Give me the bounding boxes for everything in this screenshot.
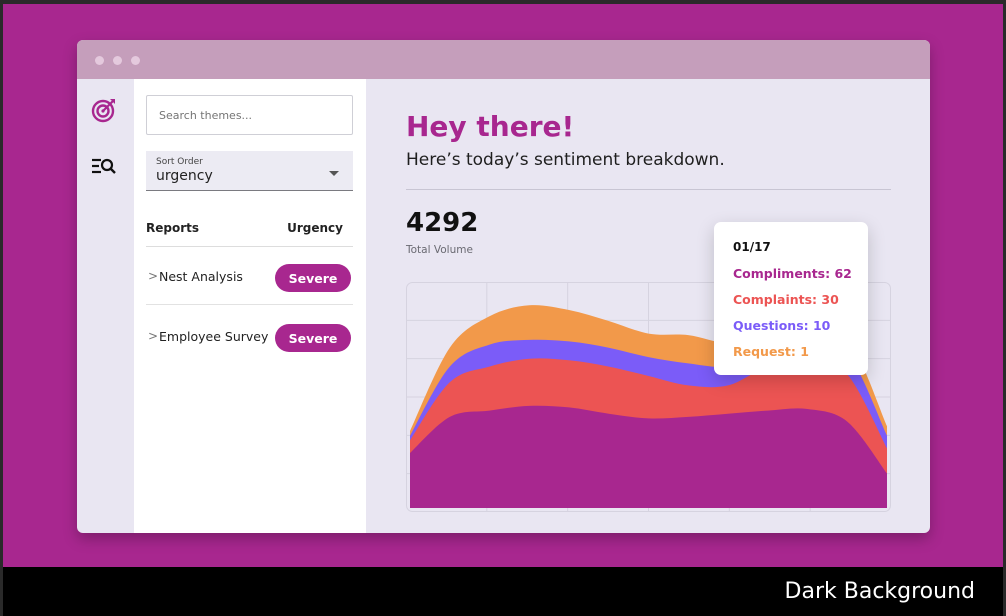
- sort-order-select[interactable]: Sort Order urgency: [146, 151, 353, 191]
- icon-rail: [77, 79, 134, 533]
- report-row-nest-analysis[interactable]: > Nest Analysis Severe: [146, 247, 353, 305]
- caret-down-icon: [329, 171, 339, 176]
- list-search-icon[interactable]: [89, 151, 119, 181]
- window-dot-maximize[interactable]: [131, 56, 140, 65]
- divider: [406, 189, 891, 190]
- total-volume-label: Total Volume: [406, 244, 473, 256]
- page-subtitle: Here’s today’s sentiment breakdown.: [406, 150, 725, 170]
- page-title: Hey there!: [406, 110, 575, 143]
- urgency-badge[interactable]: Severe: [275, 324, 351, 352]
- window-dot-close[interactable]: [95, 56, 104, 65]
- window-titlebar: [77, 40, 930, 79]
- chevron-right-icon: >: [148, 269, 159, 283]
- tooltip-complaints: Complaints: 30: [733, 292, 839, 307]
- caption-text: Dark Background: [784, 579, 975, 604]
- urgency-badge[interactable]: Severe: [275, 264, 351, 292]
- sort-order-label: Sort Order: [156, 157, 203, 167]
- search-input[interactable]: [146, 95, 353, 135]
- tooltip-date: 01/17: [733, 240, 771, 254]
- report-label: Employee Survey: [159, 329, 269, 344]
- total-volume-value: 4292: [406, 208, 479, 238]
- caption-bar: Dark Background: [3, 567, 1003, 616]
- column-header-urgency[interactable]: Urgency: [287, 221, 343, 235]
- tooltip-request: Request: 1: [733, 344, 809, 359]
- tooltip-compliments: Compliments: 62: [733, 266, 852, 281]
- background-canvas: Sort Order urgency Reports Urgency > Nes…: [3, 4, 1003, 567]
- chevron-right-icon: >: [148, 329, 159, 343]
- app-window: Sort Order urgency Reports Urgency > Nes…: [77, 40, 930, 533]
- report-row-employee-survey[interactable]: > Employee Survey Severe: [146, 307, 353, 365]
- sort-order-value: urgency: [156, 168, 213, 184]
- chart-tooltip: 01/17 Compliments: 62 Complaints: 30 Que…: [714, 222, 868, 375]
- area-series-compliments[interactable]: [410, 405, 887, 508]
- target-icon[interactable]: [89, 95, 119, 125]
- report-label: Nest Analysis: [159, 269, 243, 284]
- column-header-reports[interactable]: Reports: [146, 221, 199, 235]
- reports-list-header: Reports Urgency: [146, 221, 353, 247]
- window-dot-minimize[interactable]: [113, 56, 122, 65]
- reports-panel: Sort Order urgency Reports Urgency > Nes…: [134, 79, 366, 533]
- tooltip-questions: Questions: 10: [733, 318, 831, 333]
